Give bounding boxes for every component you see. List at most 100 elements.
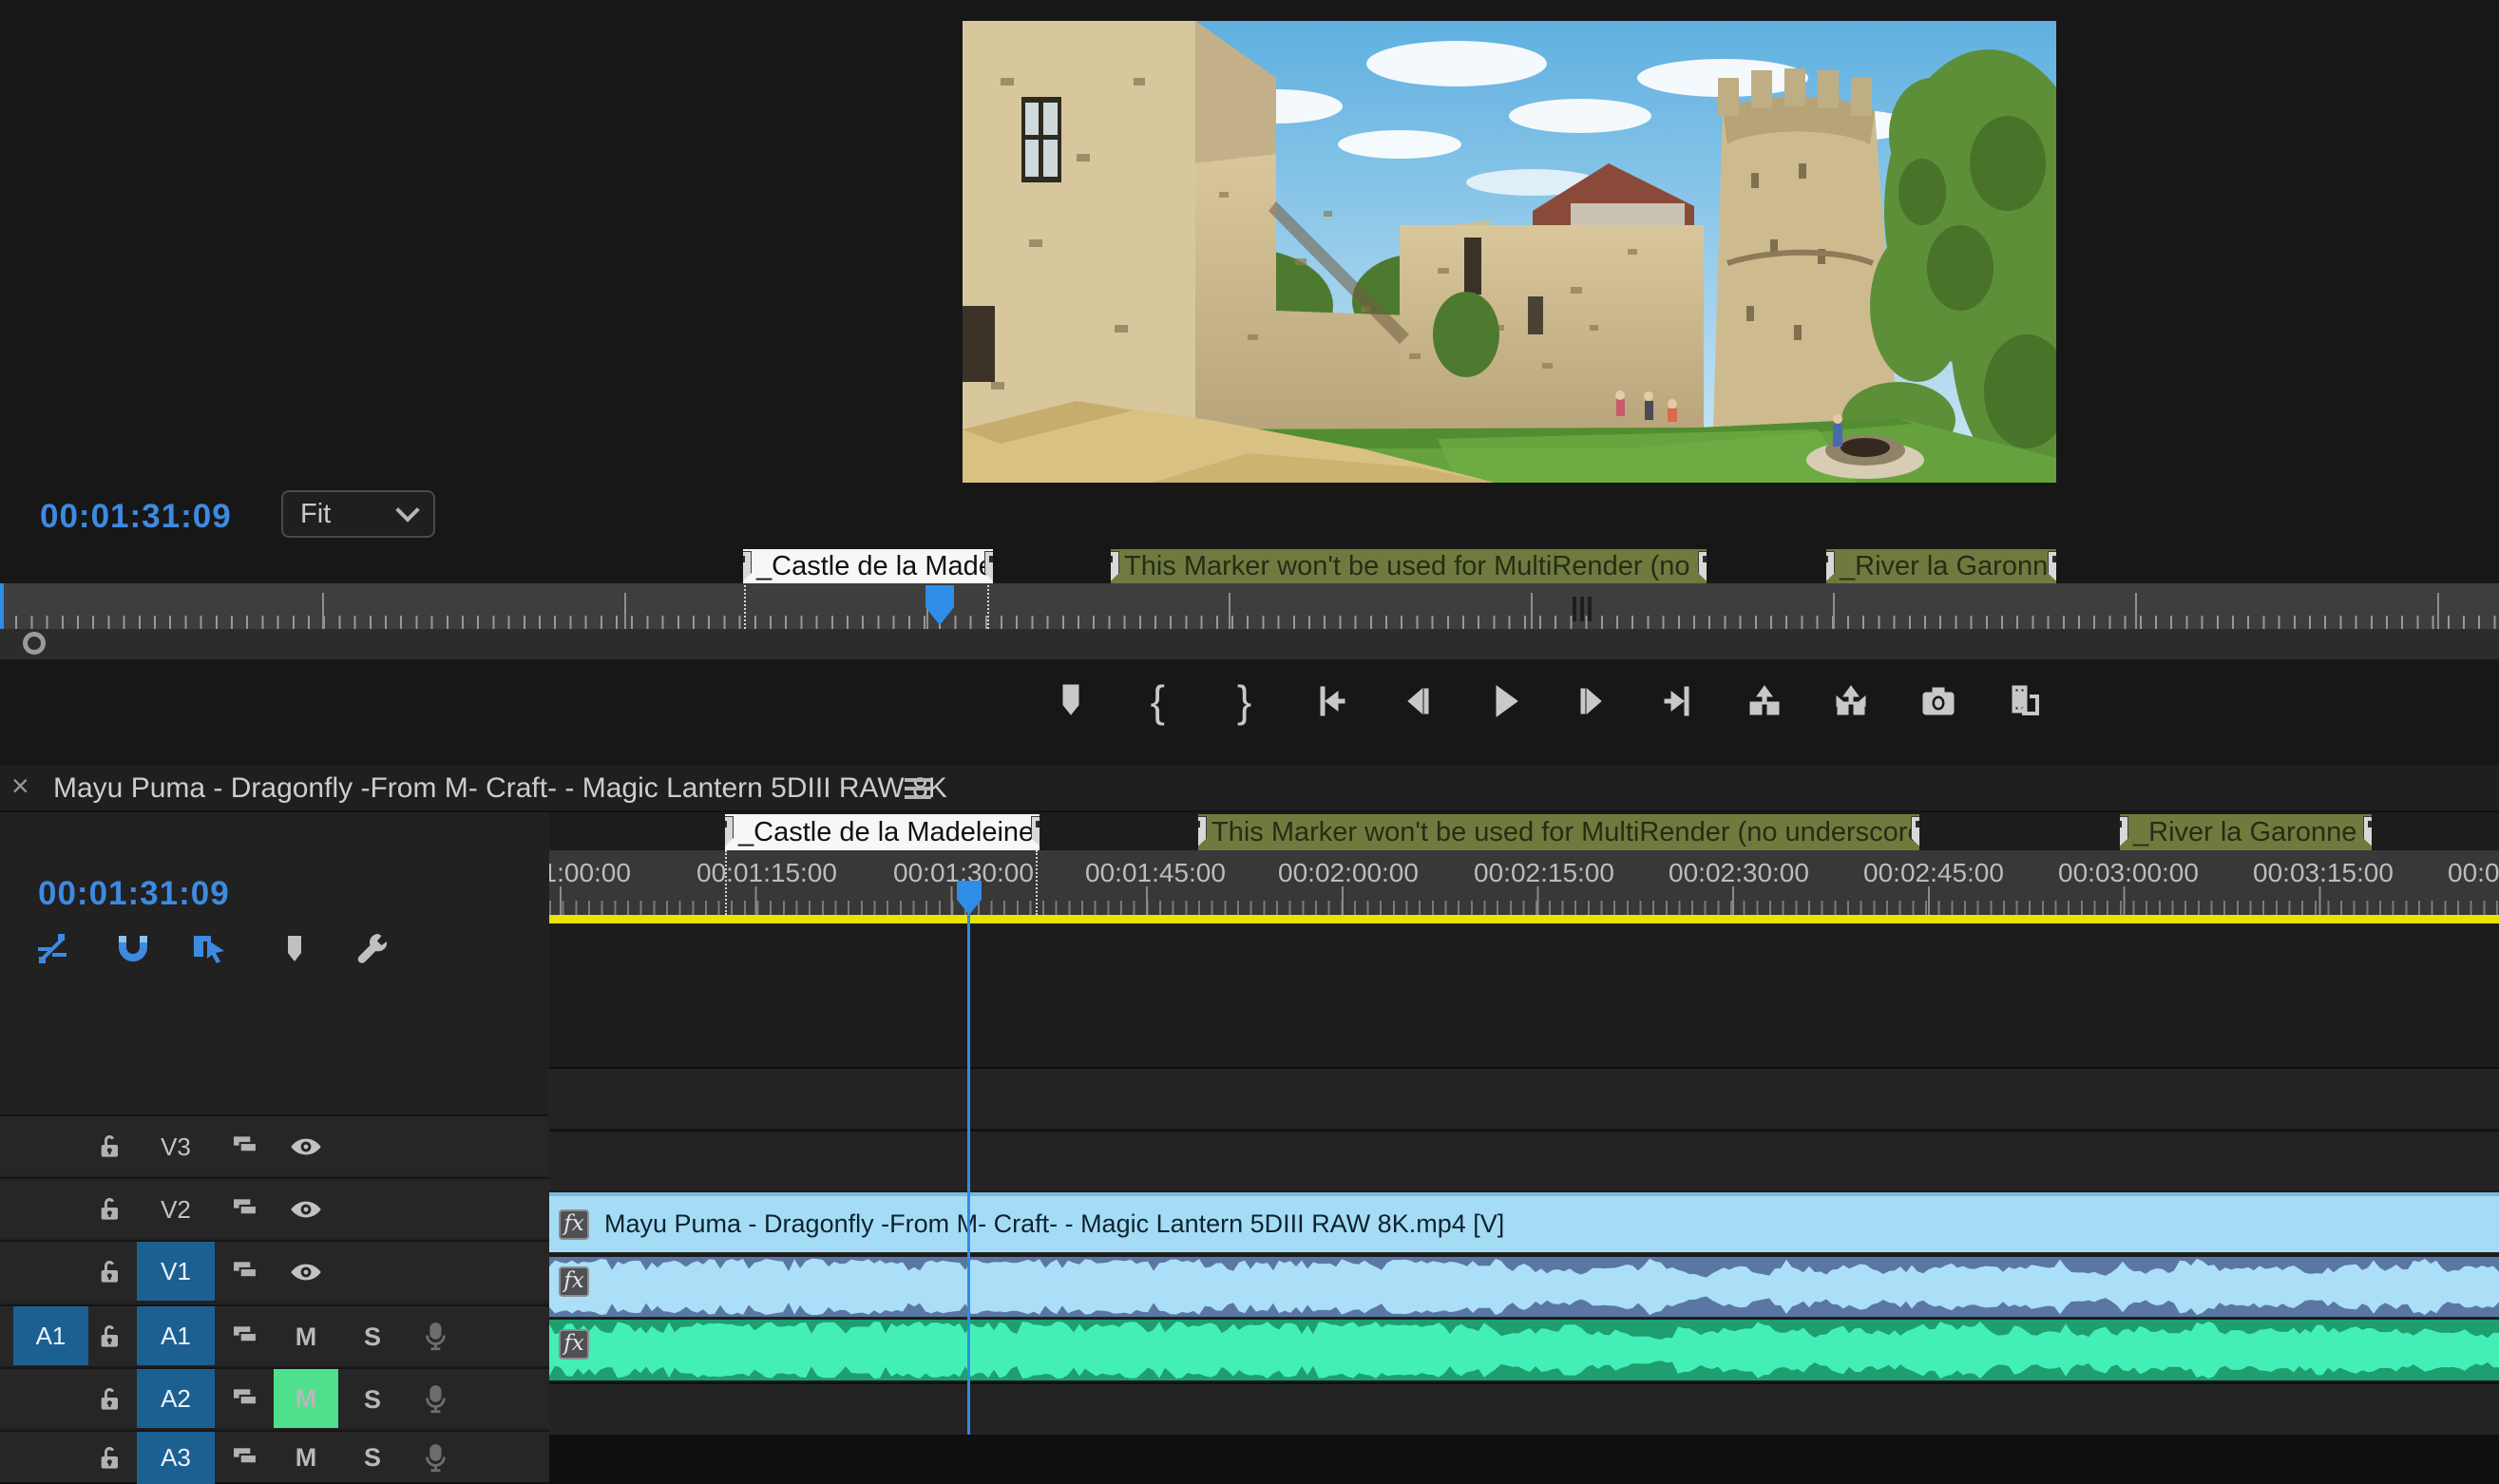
timeline-add-marker-icon[interactable] bbox=[274, 928, 315, 970]
ruler-tick-label: 00:03:15:00 bbox=[2219, 858, 2428, 888]
snap-magnet-icon[interactable] bbox=[112, 928, 154, 970]
extract-button[interactable] bbox=[1828, 678, 1874, 724]
ruler-tick-label: 00:02:15:00 bbox=[1440, 858, 1649, 888]
mark-out-glyph: } bbox=[1237, 678, 1251, 724]
program-timecode[interactable]: 00:01:31:09 bbox=[40, 498, 232, 536]
lock-icon[interactable] bbox=[93, 1382, 127, 1417]
monitor-marker-castle[interactable]: _Castle de la Madel bbox=[743, 549, 993, 583]
ruler-tick-label: 00:02:30:00 bbox=[1634, 858, 1843, 888]
sync-lock-icon[interactable] bbox=[228, 1320, 262, 1354]
timeline-tracks-area[interactable]: _Castle de la Madeleine This Marker won'… bbox=[549, 812, 2499, 1435]
lock-icon[interactable] bbox=[93, 1320, 127, 1354]
voiceover-mic-icon[interactable] bbox=[416, 1439, 454, 1477]
timeline-marker-castle[interactable]: _Castle de la Madeleine bbox=[725, 814, 1040, 850]
add-marker-button[interactable] bbox=[1048, 678, 1094, 724]
button-editor-icon[interactable] bbox=[2002, 678, 2048, 724]
monitor-marker-river[interactable]: _River la Garonn bbox=[1826, 549, 2056, 583]
track-v2-bed[interactable] bbox=[549, 1130, 2499, 1190]
fx-badge[interactable]: fx bbox=[559, 1329, 589, 1360]
sync-lock-icon[interactable] bbox=[228, 1255, 262, 1289]
ruler-tick-label: 00:01:15:00 bbox=[662, 858, 871, 888]
marker-flag-icon bbox=[743, 551, 752, 581]
source-patch-a1-badge[interactable]: A1 bbox=[13, 1306, 88, 1365]
step-forward-button[interactable] bbox=[1569, 678, 1614, 724]
marker-text: _River la Garonne bbox=[2133, 817, 2356, 847]
audio-waveform bbox=[549, 1320, 2499, 1380]
mark-in-glyph: { bbox=[1151, 678, 1165, 724]
linked-selection-icon[interactable] bbox=[188, 928, 230, 970]
audio-clip-a2[interactable]: fx bbox=[549, 1320, 2499, 1380]
ruler-tick-label: 00:02:45:00 bbox=[1829, 858, 2038, 888]
timeline-settings-wrench-icon[interactable] bbox=[353, 928, 394, 970]
monitor-marker-multirender[interactable]: This Marker won't be used for MultiRende… bbox=[1111, 549, 1707, 583]
solo-button[interactable]: S bbox=[353, 1306, 391, 1367]
mute-button[interactable]: M bbox=[287, 1306, 325, 1367]
lock-icon[interactable] bbox=[93, 1130, 127, 1164]
premiere-workspace: 00:01:31:09 Fit _Castle de la Madel This… bbox=[0, 0, 2499, 1435]
timeline-playhead-line[interactable] bbox=[967, 911, 970, 1435]
track-v2-badge[interactable]: V2 bbox=[137, 1179, 215, 1240]
audio-clip-a1[interactable]: fx bbox=[549, 1257, 2499, 1317]
timeline-marker-river[interactable]: _River la Garonne bbox=[2120, 814, 2372, 850]
solo-button[interactable]: S bbox=[353, 1369, 391, 1430]
toggle-track-output-eye-icon[interactable] bbox=[287, 1130, 325, 1164]
nest-sequences-icon[interactable] bbox=[31, 928, 73, 970]
track-a3-badge[interactable]: A3 bbox=[137, 1432, 215, 1484]
program-monitor-panel: 00:01:31:09 Fit _Castle de la Madel This… bbox=[0, 0, 2499, 765]
export-frame-button[interactable] bbox=[1916, 678, 1961, 724]
step-back-button[interactable] bbox=[1395, 678, 1440, 724]
timeline-marker-multirender[interactable]: This Marker won't be used for MultiRende… bbox=[1198, 814, 1919, 850]
go-to-in-button[interactable] bbox=[1308, 678, 1354, 724]
close-panel-button[interactable]: × bbox=[11, 769, 29, 804]
marker-flag-icon bbox=[1826, 551, 1835, 581]
mute-button-active[interactable]: M bbox=[274, 1369, 338, 1428]
sync-lock-icon[interactable] bbox=[228, 1192, 262, 1227]
track-a1-badge[interactable]: A1 bbox=[137, 1306, 215, 1365]
timeline-ruler[interactable]: 00:01:00:00 00:01:15:00 00:01:30:00 00:0… bbox=[549, 850, 2499, 915]
zoom-level-select[interactable]: Fit bbox=[281, 490, 435, 538]
track-a3-bed[interactable] bbox=[549, 1382, 2499, 1435]
sync-lock-icon[interactable] bbox=[228, 1382, 262, 1417]
timeline-timecode[interactable]: 00:01:31:09 bbox=[38, 875, 230, 913]
chevron-down-icon bbox=[395, 498, 419, 522]
mute-label: M bbox=[296, 1384, 317, 1414]
lock-icon[interactable] bbox=[93, 1441, 127, 1475]
track-a2-badge[interactable]: A2 bbox=[137, 1369, 215, 1428]
marker-text: _Castle de la Madel bbox=[756, 551, 993, 581]
marker-text: _Castle de la Madeleine bbox=[738, 817, 1034, 847]
sequence-title[interactable]: Mayu Puma - Dragonfly -From M- Craft- - … bbox=[53, 772, 947, 805]
source-patch-label: A1 bbox=[36, 1322, 67, 1351]
sync-lock-icon[interactable] bbox=[228, 1130, 262, 1164]
track-v1-badge-selected[interactable]: V1 bbox=[137, 1242, 215, 1301]
monitor-mini-timeline[interactable] bbox=[0, 583, 2499, 629]
mute-button[interactable]: M bbox=[287, 1432, 325, 1484]
toggle-track-output-eye-icon[interactable] bbox=[287, 1192, 325, 1227]
panel-menu-icon[interactable] bbox=[905, 778, 931, 782]
solo-button[interactable]: S bbox=[353, 1432, 391, 1484]
sync-lock-icon[interactable] bbox=[228, 1441, 262, 1475]
mini-timeline-start-marker bbox=[0, 583, 4, 629]
voiceover-mic-icon[interactable] bbox=[416, 1318, 454, 1356]
zoom-scroll-handle[interactable] bbox=[23, 632, 46, 655]
lock-icon[interactable] bbox=[93, 1255, 127, 1289]
track-v3-badge[interactable]: V3 bbox=[137, 1116, 215, 1177]
video-clip-v1[interactable]: fx Mayu Puma - Dragonfly -From M- Craft-… bbox=[549, 1192, 2499, 1252]
track-v3-bed[interactable] bbox=[549, 1067, 2499, 1128]
mark-out-button[interactable]: } bbox=[1222, 678, 1268, 724]
fx-badge[interactable]: fx bbox=[559, 1209, 589, 1240]
lock-icon[interactable] bbox=[93, 1192, 127, 1227]
timeline-panel: × Mayu Puma - Dragonfly -From M- Craft- … bbox=[0, 765, 2499, 1435]
play-button[interactable] bbox=[1481, 678, 1527, 724]
track-header-column: 00:01:31:09 bbox=[0, 812, 549, 1435]
work-area-bar[interactable] bbox=[549, 915, 2499, 923]
lift-button[interactable] bbox=[1742, 678, 1787, 724]
mark-in-button[interactable]: { bbox=[1135, 678, 1180, 724]
go-to-out-button[interactable] bbox=[1655, 678, 1701, 724]
fx-badge[interactable]: fx bbox=[559, 1266, 589, 1297]
track-header-a1: A1 A1 M S bbox=[0, 1304, 549, 1365]
monitor-zoom-scrollbar[interactable] bbox=[0, 629, 2499, 659]
toggle-track-output-eye-icon[interactable] bbox=[287, 1255, 325, 1289]
voiceover-mic-icon[interactable] bbox=[416, 1380, 454, 1418]
clip-markers-cluster-icon bbox=[1573, 597, 1593, 621]
marker-text: This Marker won't be used for MultiRende… bbox=[1124, 551, 1707, 581]
